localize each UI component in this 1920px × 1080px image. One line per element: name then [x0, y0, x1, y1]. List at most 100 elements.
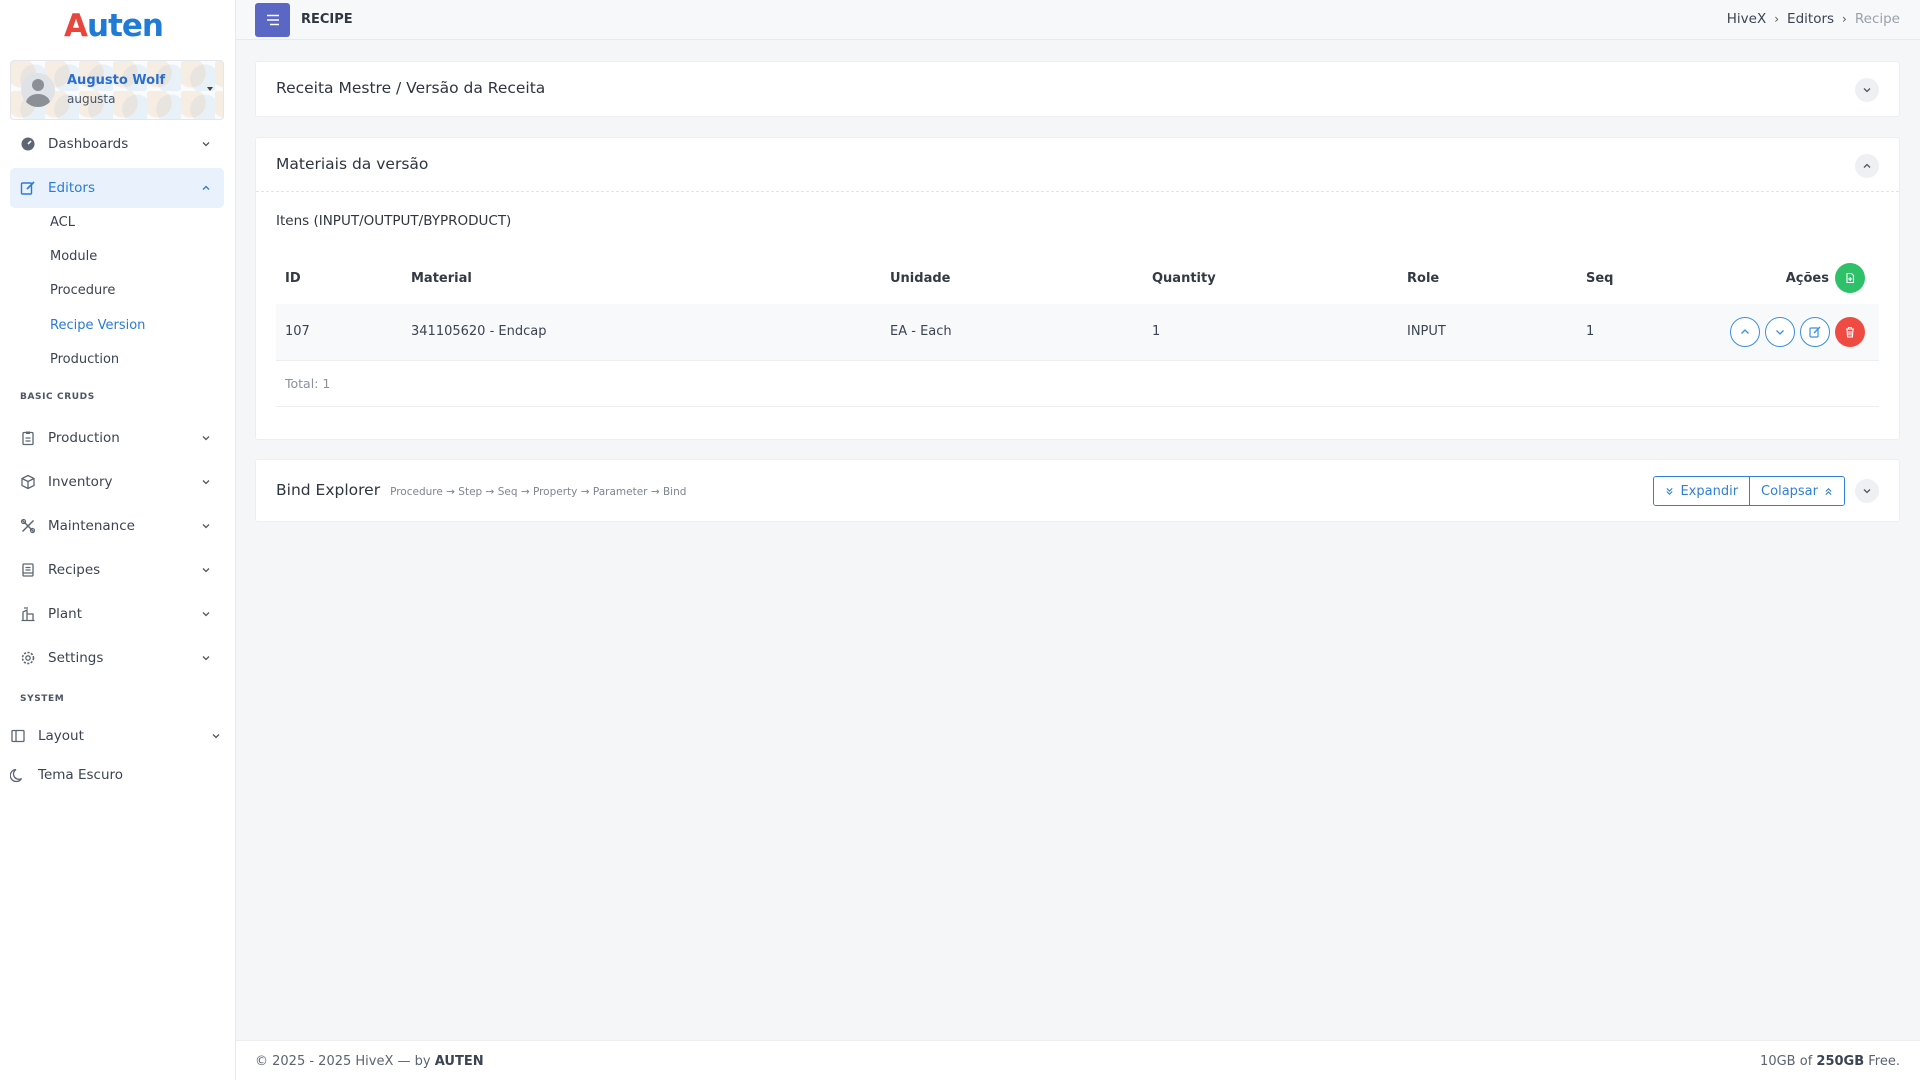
double-chevron-down-icon: [1666, 487, 1674, 495]
footer-storage: 10GB of 250GB Free.: [1760, 1054, 1900, 1069]
column-header-actions: Ações: [1687, 252, 1879, 304]
column-header-material: Material: [411, 270, 472, 286]
caret-down-icon[interactable]: [207, 87, 213, 91]
chevron-down-icon: [202, 480, 210, 485]
chevron-down-icon: [202, 612, 210, 617]
storage-suffix: Free.: [1868, 1054, 1900, 1069]
chevron-right-icon: ›: [1774, 12, 1780, 26]
column-header-role: Role: [1407, 270, 1440, 286]
move-up-button[interactable]: [1730, 316, 1760, 347]
chevron-up-icon: [1863, 163, 1871, 168]
table-header-row: ID Material Unidade Quantity Role Seq Aç…: [276, 252, 1879, 304]
storage-total: 250GB: [1816, 1054, 1865, 1069]
expand-card-button[interactable]: [1855, 78, 1879, 102]
expand-all-button[interactable]: Expandir: [1654, 477, 1750, 505]
card-title: Receita Mestre / Versão da Receita: [276, 79, 546, 97]
cell-seq: 1: [1577, 304, 1687, 361]
user-card[interactable]: Augusto Wolf augusta: [10, 60, 224, 120]
delete-item-button[interactable]: [1835, 316, 1865, 347]
cell-quantity: 1: [1143, 304, 1398, 361]
expand-collapse-group: Expandir Colapsar: [1653, 476, 1845, 506]
sidebar-item-label: Settings: [48, 650, 104, 666]
box-icon: [20, 474, 36, 490]
chevron-down-icon: [1776, 329, 1784, 335]
sidebar-item-dark-theme[interactable]: Tema Escuro: [0, 755, 234, 795]
sidebar-subitem-production[interactable]: Production: [50, 349, 119, 369]
section-label-basic-cruds: BASIC CRUDS: [20, 392, 95, 402]
footer-copyright: © 2025 - 2025 HiveX — by AUTEN: [255, 1054, 484, 1069]
section-label-system: SYSTEM: [20, 694, 65, 704]
cell-role: INPUT: [1398, 304, 1577, 361]
menu-toggle-button[interactable]: [255, 3, 290, 37]
sidebar-item-label: Production: [48, 430, 120, 446]
expand-card-button[interactable]: [1855, 479, 1879, 503]
collapse-all-button[interactable]: Colapsar: [1749, 477, 1844, 505]
double-chevron-up-icon: [1825, 487, 1832, 495]
chevron-down-icon: [202, 142, 210, 147]
sidebar-item-recipes[interactable]: Recipes: [10, 550, 224, 590]
sidebar-subitem-acl[interactable]: ACL: [50, 212, 75, 232]
move-down-button[interactable]: [1765, 316, 1795, 347]
bind-explorer-card: Bind Explorer Procedure → Step → Seq → P…: [255, 459, 1900, 522]
add-item-button[interactable]: [1835, 263, 1865, 293]
user-name: Augusto Wolf: [67, 73, 166, 88]
breadcrumb: HiveX › Editors › Recipe: [1727, 11, 1900, 27]
footer: © 2025 - 2025 HiveX — by AUTEN 10GB of 2…: [236, 1040, 1920, 1080]
storage-used: 10GB: [1760, 1054, 1796, 1069]
logo-letter: A: [64, 8, 88, 44]
page-title: RECIPE: [301, 12, 353, 27]
sidebar-subitem-recipe-version[interactable]: Recipe Version: [50, 315, 145, 335]
sidebar-subitem-procedure[interactable]: Procedure: [50, 280, 115, 300]
user-login: augusta: [67, 92, 116, 106]
sidebar-item-label: Inventory: [48, 474, 113, 490]
tools-icon: [20, 518, 36, 534]
auten-logo[interactable]: Auten: [64, 8, 164, 44]
card-title: Bind Explorer: [276, 481, 381, 499]
footer-brand: AUTEN: [434, 1054, 484, 1069]
table-total-row: Total: 1: [276, 360, 1879, 407]
chevron-down-icon: [1863, 489, 1871, 494]
sidebar-item-layout[interactable]: Layout: [0, 716, 234, 756]
chevron-up-icon: [1741, 328, 1749, 334]
sidebar-item-production[interactable]: Production: [10, 418, 224, 458]
dashboard-icon: [20, 136, 36, 152]
chevron-down-icon: [1863, 88, 1871, 93]
sidebar-item-editors[interactable]: Editors: [10, 168, 224, 208]
sidebar-item-settings[interactable]: Settings: [10, 638, 224, 678]
chevron-down-icon: [202, 436, 210, 441]
breadcrumb-editors[interactable]: Editors: [1787, 11, 1834, 27]
chevron-right-icon: ›: [1842, 12, 1847, 26]
cell-actions: [1687, 304, 1879, 361]
topbar: RECIPE HiveX › Editors › Recipe: [236, 0, 1920, 40]
breadcrumb-recipe: Recipe: [1854, 11, 1900, 27]
sidebar-item-inventory[interactable]: Inventory: [10, 462, 224, 502]
bind-path-hint: Procedure → Step → Seq → Property → Para…: [390, 486, 687, 498]
column-header-seq: Seq: [1586, 270, 1614, 286]
book-icon: [20, 562, 36, 578]
master-recipe-card: Receita Mestre / Versão da Receita: [255, 61, 1900, 117]
materials-table: ID Material Unidade Quantity Role Seq Aç…: [276, 252, 1879, 407]
sidebar-item-label: Layout: [38, 728, 84, 744]
layout-icon: [10, 728, 26, 744]
breadcrumb-hivex[interactable]: HiveX: [1727, 11, 1766, 27]
table-row[interactable]: 107 341105620 - Endcap EA - Each 1 INPUT…: [276, 304, 1879, 361]
edit-icon: [20, 180, 36, 196]
sidebar-subitem-module[interactable]: Module: [50, 246, 97, 266]
chevron-down-icon: [202, 656, 210, 661]
sidebar-item-label: Tema Escuro: [38, 767, 124, 783]
clipboard-icon: [20, 430, 36, 446]
copyright-text: © 2025 - 2025 HiveX — by: [255, 1054, 431, 1069]
edit-item-button[interactable]: [1800, 316, 1830, 347]
sidebar-item-label: Editors: [48, 180, 95, 196]
materials-card: Materiais da versão Itens (INPUT/OUTPUT/…: [255, 137, 1900, 440]
chevron-down-icon: [212, 734, 220, 739]
sidebar-item-maintenance[interactable]: Maintenance: [10, 506, 224, 546]
bind-explorer-header: Bind Explorer Procedure → Step → Seq → P…: [276, 481, 686, 499]
expand-label: Expandir: [1680, 483, 1739, 499]
sidebar-item-label: Dashboards: [48, 136, 129, 152]
trash-icon: [1846, 326, 1854, 338]
sidebar-item-dashboards[interactable]: Dashboards: [10, 124, 224, 164]
storage-of: of: [1799, 1054, 1813, 1069]
sidebar-item-plant[interactable]: Plant: [10, 594, 224, 634]
collapse-card-button[interactable]: [1855, 154, 1879, 178]
